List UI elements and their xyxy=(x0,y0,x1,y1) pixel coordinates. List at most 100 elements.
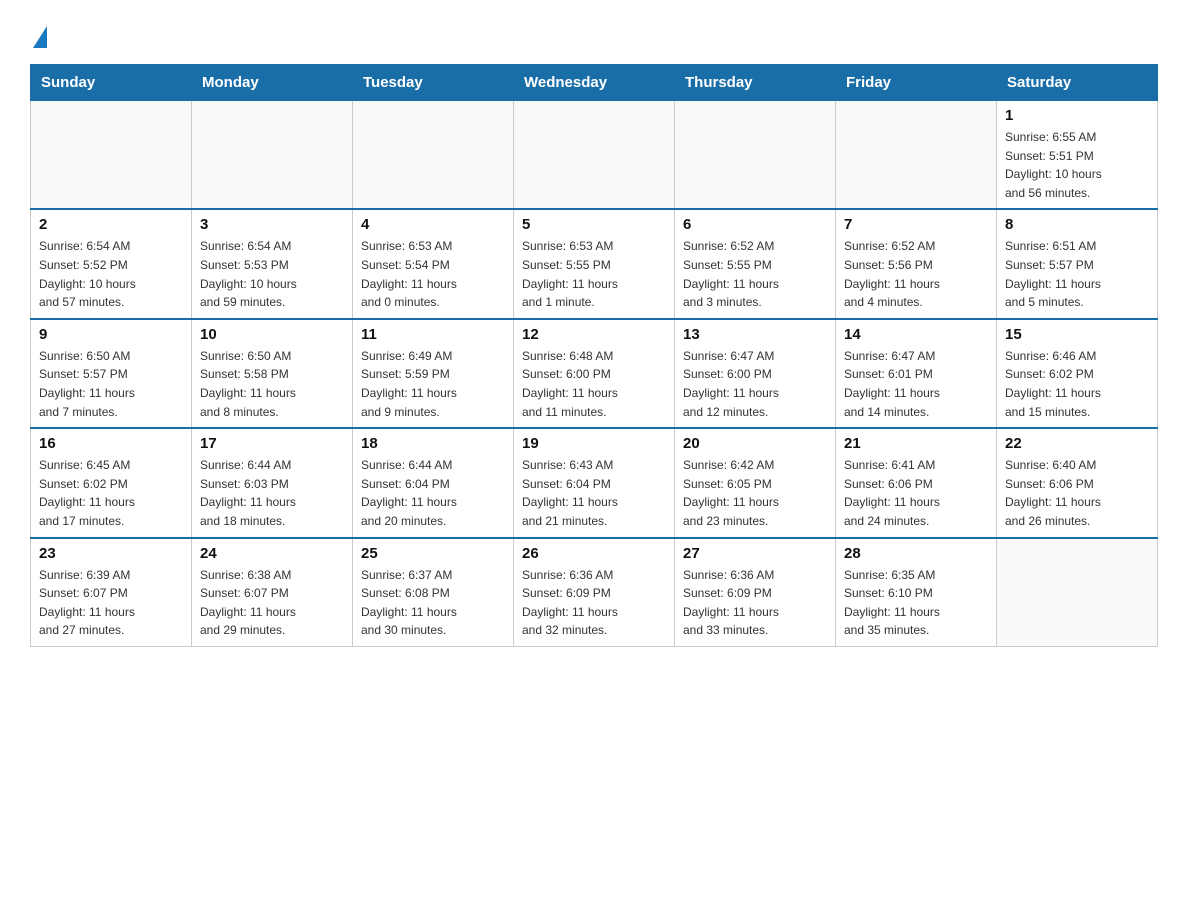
day-info: Sunrise: 6:52 AMSunset: 5:55 PMDaylight:… xyxy=(683,237,827,311)
column-header-tuesday: Tuesday xyxy=(353,65,514,100)
calendar-cell: 12 Sunrise: 6:48 AMSunset: 6:00 PMDayligh… xyxy=(514,319,675,428)
day-number: 12 xyxy=(522,326,666,343)
calendar-cell: 26 Sunrise: 6:36 AMSunset: 6:09 PMDayligh… xyxy=(514,538,675,647)
calendar-cell xyxy=(836,100,997,209)
calendar-week-row: 23 Sunrise: 6:39 AMSunset: 6:07 PMDayligh… xyxy=(31,538,1158,647)
day-number: 5 xyxy=(522,216,666,233)
calendar-cell: 8 Sunrise: 6:51 AMSunset: 5:57 PMDaylight… xyxy=(997,209,1158,318)
day-info: Sunrise: 6:51 AMSunset: 5:57 PMDaylight:… xyxy=(1005,237,1149,311)
day-number: 22 xyxy=(1005,435,1149,452)
calendar-cell xyxy=(675,100,836,209)
day-number: 14 xyxy=(844,326,988,343)
calendar-cell: 3 Sunrise: 6:54 AMSunset: 5:53 PMDaylight… xyxy=(192,209,353,318)
calendar-cell: 16 Sunrise: 6:45 AMSunset: 6:02 PMDayligh… xyxy=(31,428,192,537)
column-header-saturday: Saturday xyxy=(997,65,1158,100)
calendar-cell: 23 Sunrise: 6:39 AMSunset: 6:07 PMDayligh… xyxy=(31,538,192,647)
day-info: Sunrise: 6:53 AMSunset: 5:54 PMDaylight:… xyxy=(361,237,505,311)
day-info: Sunrise: 6:39 AMSunset: 6:07 PMDaylight:… xyxy=(39,566,183,640)
calendar-cell: 10 Sunrise: 6:50 AMSunset: 5:58 PMDayligh… xyxy=(192,319,353,428)
day-info: Sunrise: 6:40 AMSunset: 6:06 PMDaylight:… xyxy=(1005,456,1149,530)
day-info: Sunrise: 6:43 AMSunset: 6:04 PMDaylight:… xyxy=(522,456,666,530)
day-info: Sunrise: 6:50 AMSunset: 5:57 PMDaylight:… xyxy=(39,347,183,421)
calendar-cell: 14Sunrise: 6:47 AMSunset: 6:01 PMDayligh… xyxy=(836,319,997,428)
day-number: 8 xyxy=(1005,216,1149,233)
day-info: Sunrise: 6:38 AMSunset: 6:07 PMDaylight:… xyxy=(200,566,344,640)
calendar-cell: 9 Sunrise: 6:50 AMSunset: 5:57 PMDaylight… xyxy=(31,319,192,428)
day-number: 24 xyxy=(200,545,344,562)
calendar-cell: 7 Sunrise: 6:52 AMSunset: 5:56 PMDaylight… xyxy=(836,209,997,318)
calendar-cell xyxy=(31,100,192,209)
day-number: 15 xyxy=(1005,326,1149,343)
day-number: 27 xyxy=(683,545,827,562)
calendar-table: SundayMondayTuesdayWednesdayThursdayFrid… xyxy=(30,64,1158,647)
calendar-cell: 13 Sunrise: 6:47 AMSunset: 6:00 PMDayligh… xyxy=(675,319,836,428)
day-number: 28 xyxy=(844,545,988,562)
day-info: Sunrise: 6:49 AMSunset: 5:59 PMDaylight:… xyxy=(361,347,505,421)
day-info: Sunrise: 6:36 AMSunset: 6:09 PMDaylight:… xyxy=(683,566,827,640)
calendar-cell: 24 Sunrise: 6:38 AMSunset: 6:07 PMDayligh… xyxy=(192,538,353,647)
calendar-cell: 21 Sunrise: 6:41 AMSunset: 6:06 PMDayligh… xyxy=(836,428,997,537)
day-info: Sunrise: 6:54 AMSunset: 5:53 PMDaylight:… xyxy=(200,237,344,311)
calendar-week-row: 9 Sunrise: 6:50 AMSunset: 5:57 PMDaylight… xyxy=(31,319,1158,428)
calendar-week-row: 2 Sunrise: 6:54 AMSunset: 5:52 PMDaylight… xyxy=(31,209,1158,318)
calendar-cell: 19 Sunrise: 6:43 AMSunset: 6:04 PMDayligh… xyxy=(514,428,675,537)
day-number: 1 xyxy=(1005,107,1149,124)
day-number: 3 xyxy=(200,216,344,233)
calendar-cell: 6 Sunrise: 6:52 AMSunset: 5:55 PMDaylight… xyxy=(675,209,836,318)
day-info: Sunrise: 6:50 AMSunset: 5:58 PMDaylight:… xyxy=(200,347,344,421)
calendar-cell: 2 Sunrise: 6:54 AMSunset: 5:52 PMDaylight… xyxy=(31,209,192,318)
day-number: 10 xyxy=(200,326,344,343)
column-header-friday: Friday xyxy=(836,65,997,100)
calendar-cell: 18 Sunrise: 6:44 AMSunset: 6:04 PMDayligh… xyxy=(353,428,514,537)
day-info: Sunrise: 6:47 AMSunset: 6:00 PMDaylight:… xyxy=(683,347,827,421)
day-number: 23 xyxy=(39,545,183,562)
day-info: Sunrise: 6:54 AMSunset: 5:52 PMDaylight:… xyxy=(39,237,183,311)
day-number: 2 xyxy=(39,216,183,233)
calendar-header-row: SundayMondayTuesdayWednesdayThursdayFrid… xyxy=(31,65,1158,100)
day-info: Sunrise: 6:42 AMSunset: 6:05 PMDaylight:… xyxy=(683,456,827,530)
day-number: 6 xyxy=(683,216,827,233)
day-number: 18 xyxy=(361,435,505,452)
calendar-cell: 28 Sunrise: 6:35 AMSunset: 6:10 PMDayligh… xyxy=(836,538,997,647)
calendar-cell xyxy=(353,100,514,209)
calendar-cell: 11 Sunrise: 6:49 AMSunset: 5:59 PMDayligh… xyxy=(353,319,514,428)
page-header xyxy=(30,24,1158,46)
day-number: 19 xyxy=(522,435,666,452)
calendar-cell: 20 Sunrise: 6:42 AMSunset: 6:05 PMDayligh… xyxy=(675,428,836,537)
day-info: Sunrise: 6:55 AMSunset: 5:51 PMDaylight:… xyxy=(1005,128,1149,202)
day-info: Sunrise: 6:45 AMSunset: 6:02 PMDaylight:… xyxy=(39,456,183,530)
day-info: Sunrise: 6:53 AMSunset: 5:55 PMDaylight:… xyxy=(522,237,666,311)
day-info: Sunrise: 6:52 AMSunset: 5:56 PMDaylight:… xyxy=(844,237,988,311)
day-number: 16 xyxy=(39,435,183,452)
day-info: Sunrise: 6:46 AMSunset: 6:02 PMDaylight:… xyxy=(1005,347,1149,421)
day-number: 7 xyxy=(844,216,988,233)
day-number: 20 xyxy=(683,435,827,452)
column-header-monday: Monday xyxy=(192,65,353,100)
day-number: 11 xyxy=(361,326,505,343)
day-info: Sunrise: 6:41 AMSunset: 6:06 PMDaylight:… xyxy=(844,456,988,530)
calendar-cell: 27 Sunrise: 6:36 AMSunset: 6:09 PMDayligh… xyxy=(675,538,836,647)
calendar-cell: 17Sunrise: 6:44 AMSunset: 6:03 PMDayligh… xyxy=(192,428,353,537)
day-number: 21 xyxy=(844,435,988,452)
column-header-wednesday: Wednesday xyxy=(514,65,675,100)
calendar-cell xyxy=(997,538,1158,647)
day-number: 9 xyxy=(39,326,183,343)
calendar-cell: 4 Sunrise: 6:53 AMSunset: 5:54 PMDaylight… xyxy=(353,209,514,318)
day-info: Sunrise: 6:37 AMSunset: 6:08 PMDaylight:… xyxy=(361,566,505,640)
day-info: Sunrise: 6:44 AMSunset: 6:04 PMDaylight:… xyxy=(361,456,505,530)
calendar-week-row: 16 Sunrise: 6:45 AMSunset: 6:02 PMDayligh… xyxy=(31,428,1158,537)
day-number: 25 xyxy=(361,545,505,562)
calendar-cell: 22 Sunrise: 6:40 AMSunset: 6:06 PMDayligh… xyxy=(997,428,1158,537)
day-number: 13 xyxy=(683,326,827,343)
logo xyxy=(30,24,47,46)
day-info: Sunrise: 6:48 AMSunset: 6:00 PMDaylight:… xyxy=(522,347,666,421)
day-number: 26 xyxy=(522,545,666,562)
column-header-thursday: Thursday xyxy=(675,65,836,100)
calendar-cell: 25 Sunrise: 6:37 AMSunset: 6:08 PMDayligh… xyxy=(353,538,514,647)
day-info: Sunrise: 6:44 AMSunset: 6:03 PMDaylight:… xyxy=(200,456,344,530)
calendar-cell xyxy=(514,100,675,209)
day-info: Sunrise: 6:35 AMSunset: 6:10 PMDaylight:… xyxy=(844,566,988,640)
day-number: 4 xyxy=(361,216,505,233)
day-info: Sunrise: 6:36 AMSunset: 6:09 PMDaylight:… xyxy=(522,566,666,640)
calendar-cell: 15 Sunrise: 6:46 AMSunset: 6:02 PMDayligh… xyxy=(997,319,1158,428)
